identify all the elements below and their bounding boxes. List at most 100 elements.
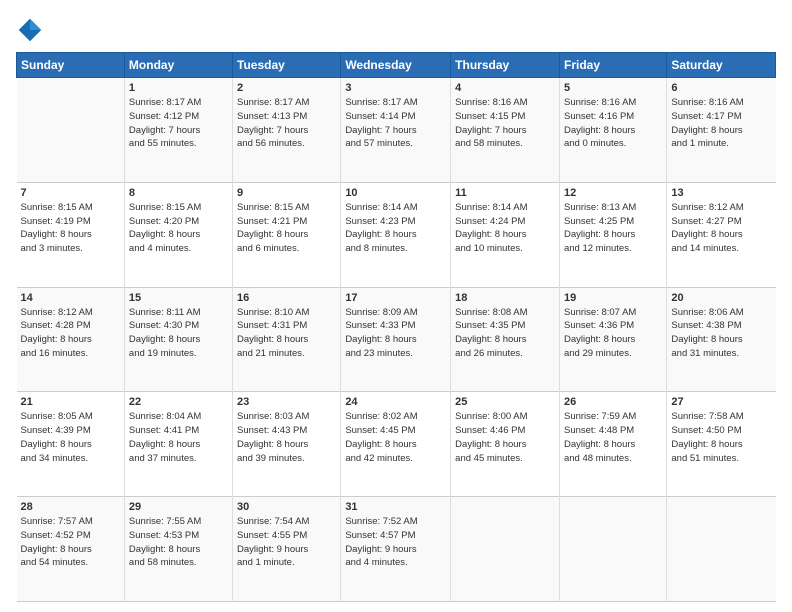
header-cell-wednesday: Wednesday	[341, 53, 451, 78]
day-cell: 5 Sunrise: 8:16 AM Sunset: 4:16 PM Daylig…	[559, 78, 666, 183]
day-info: Sunrise: 8:12 AM Sunset: 4:28 PM Dayligh…	[21, 306, 120, 361]
day-info: Sunrise: 8:12 AM Sunset: 4:27 PM Dayligh…	[671, 201, 771, 256]
day-cell: 2 Sunrise: 8:17 AM Sunset: 4:13 PM Daylig…	[233, 78, 341, 183]
week-row-2: 7 Sunrise: 8:15 AM Sunset: 4:19 PM Daylig…	[17, 182, 776, 287]
day-number: 29	[129, 501, 228, 513]
day-info: Sunrise: 8:03 AM Sunset: 4:43 PM Dayligh…	[237, 410, 336, 465]
day-info: Sunrise: 7:58 AM Sunset: 4:50 PM Dayligh…	[671, 410, 771, 465]
day-cell: 21 Sunrise: 8:05 AM Sunset: 4:39 PM Dayli…	[17, 392, 125, 497]
day-cell: 17Sunrise: 8:09 AM Sunset: 4:33 PM Dayli…	[341, 287, 451, 392]
logo	[16, 16, 48, 44]
header-cell-thursday: Thursday	[451, 53, 560, 78]
day-cell: 7 Sunrise: 8:15 AM Sunset: 4:19 PM Daylig…	[17, 182, 125, 287]
day-info: Sunrise: 8:05 AM Sunset: 4:39 PM Dayligh…	[21, 410, 120, 465]
day-cell: 9Sunrise: 8:15 AM Sunset: 4:21 PM Daylig…	[233, 182, 341, 287]
day-number: 19	[564, 292, 662, 304]
day-cell: 14 Sunrise: 8:12 AM Sunset: 4:28 PM Dayli…	[17, 287, 125, 392]
day-info: Sunrise: 7:54 AM Sunset: 4:55 PM Dayligh…	[237, 515, 336, 570]
day-cell: 18 Sunrise: 8:08 AM Sunset: 4:35 PM Dayli…	[451, 287, 560, 392]
day-info: Sunrise: 8:15 AM Sunset: 4:20 PM Dayligh…	[129, 201, 228, 256]
day-number: 6	[671, 82, 771, 94]
day-info: Sunrise: 8:17 AM Sunset: 4:13 PM Dayligh…	[237, 96, 336, 151]
day-cell: 10Sunrise: 8:14 AM Sunset: 4:23 PM Dayli…	[341, 182, 451, 287]
day-info: Sunrise: 7:59 AM Sunset: 4:48 PM Dayligh…	[564, 410, 662, 465]
day-number: 15	[129, 292, 228, 304]
day-number: 30	[237, 501, 336, 513]
day-cell: 20 Sunrise: 8:06 AM Sunset: 4:38 PM Dayli…	[667, 287, 776, 392]
day-cell: 16 Sunrise: 8:10 AM Sunset: 4:31 PM Dayli…	[233, 287, 341, 392]
day-cell: 26Sunrise: 7:59 AM Sunset: 4:48 PM Dayli…	[559, 392, 666, 497]
day-number: 3	[345, 82, 446, 94]
day-number: 9	[237, 187, 336, 199]
day-info: Sunrise: 8:07 AM Sunset: 4:36 PM Dayligh…	[564, 306, 662, 361]
day-info: Sunrise: 8:14 AM Sunset: 4:24 PM Dayligh…	[455, 201, 555, 256]
day-cell: 29 Sunrise: 7:55 AM Sunset: 4:53 PM Dayli…	[124, 497, 232, 602]
day-number: 4	[455, 82, 555, 94]
day-cell: 30 Sunrise: 7:54 AM Sunset: 4:55 PM Dayli…	[233, 497, 341, 602]
day-info: Sunrise: 8:11 AM Sunset: 4:30 PM Dayligh…	[129, 306, 228, 361]
day-cell: 19 Sunrise: 8:07 AM Sunset: 4:36 PM Dayli…	[559, 287, 666, 392]
calendar-table: SundayMondayTuesdayWednesdayThursdayFrid…	[16, 52, 776, 602]
day-number: 21	[21, 396, 120, 408]
day-info: Sunrise: 7:55 AM Sunset: 4:53 PM Dayligh…	[129, 515, 228, 570]
header-cell-sunday: Sunday	[17, 53, 125, 78]
day-cell: 28 Sunrise: 7:57 AM Sunset: 4:52 PM Dayli…	[17, 497, 125, 602]
day-info: Sunrise: 8:16 AM Sunset: 4:17 PM Dayligh…	[671, 96, 771, 151]
day-info: Sunrise: 8:17 AM Sunset: 4:12 PM Dayligh…	[129, 96, 228, 151]
day-number: 13	[671, 187, 771, 199]
day-number: 28	[21, 501, 120, 513]
day-cell: 1Sunrise: 8:17 AM Sunset: 4:12 PM Daylig…	[124, 78, 232, 183]
day-info: Sunrise: 8:08 AM Sunset: 4:35 PM Dayligh…	[455, 306, 555, 361]
day-number: 24	[345, 396, 446, 408]
day-info: Sunrise: 8:04 AM Sunset: 4:41 PM Dayligh…	[129, 410, 228, 465]
day-number: 14	[21, 292, 120, 304]
day-number: 27	[671, 396, 771, 408]
day-number: 10	[345, 187, 446, 199]
day-info: Sunrise: 8:10 AM Sunset: 4:31 PM Dayligh…	[237, 306, 336, 361]
day-cell: 24Sunrise: 8:02 AM Sunset: 4:45 PM Dayli…	[341, 392, 451, 497]
day-cell	[17, 78, 125, 183]
day-cell: 31Sunrise: 7:52 AM Sunset: 4:57 PM Dayli…	[341, 497, 451, 602]
week-row-4: 21 Sunrise: 8:05 AM Sunset: 4:39 PM Dayli…	[17, 392, 776, 497]
day-info: Sunrise: 8:00 AM Sunset: 4:46 PM Dayligh…	[455, 410, 555, 465]
week-row-3: 14 Sunrise: 8:12 AM Sunset: 4:28 PM Dayli…	[17, 287, 776, 392]
day-number: 16	[237, 292, 336, 304]
day-number: 11	[455, 187, 555, 199]
day-number: 12	[564, 187, 662, 199]
day-cell	[559, 497, 666, 602]
header-row: SundayMondayTuesdayWednesdayThursdayFrid…	[17, 53, 776, 78]
day-cell: 11 Sunrise: 8:14 AM Sunset: 4:24 PM Dayli…	[451, 182, 560, 287]
day-cell: 15 Sunrise: 8:11 AM Sunset: 4:30 PM Dayli…	[124, 287, 232, 392]
day-info: Sunrise: 8:16 AM Sunset: 4:16 PM Dayligh…	[564, 96, 662, 151]
day-info: Sunrise: 8:16 AM Sunset: 4:15 PM Dayligh…	[455, 96, 555, 151]
day-number: 5	[564, 82, 662, 94]
day-cell: 4 Sunrise: 8:16 AM Sunset: 4:15 PM Daylig…	[451, 78, 560, 183]
week-row-5: 28 Sunrise: 7:57 AM Sunset: 4:52 PM Dayli…	[17, 497, 776, 602]
day-info: Sunrise: 8:06 AM Sunset: 4:38 PM Dayligh…	[671, 306, 771, 361]
header-cell-tuesday: Tuesday	[233, 53, 341, 78]
day-info: Sunrise: 8:17 AM Sunset: 4:14 PM Dayligh…	[345, 96, 446, 151]
day-cell: 27 Sunrise: 7:58 AM Sunset: 4:50 PM Dayli…	[667, 392, 776, 497]
day-number: 7	[21, 187, 120, 199]
day-info: Sunrise: 7:57 AM Sunset: 4:52 PM Dayligh…	[21, 515, 120, 570]
day-info: Sunrise: 8:15 AM Sunset: 4:19 PM Dayligh…	[21, 201, 120, 256]
day-number: 22	[129, 396, 228, 408]
day-info: Sunrise: 8:13 AM Sunset: 4:25 PM Dayligh…	[564, 201, 662, 256]
day-number: 8	[129, 187, 228, 199]
day-number: 2	[237, 82, 336, 94]
day-cell: 12 Sunrise: 8:13 AM Sunset: 4:25 PM Dayli…	[559, 182, 666, 287]
day-number: 17	[345, 292, 446, 304]
day-number: 20	[671, 292, 771, 304]
header-cell-saturday: Saturday	[667, 53, 776, 78]
day-cell	[451, 497, 560, 602]
page-header	[16, 16, 776, 44]
day-number: 18	[455, 292, 555, 304]
day-cell: 22 Sunrise: 8:04 AM Sunset: 4:41 PM Dayli…	[124, 392, 232, 497]
day-cell: 23Sunrise: 8:03 AM Sunset: 4:43 PM Dayli…	[233, 392, 341, 497]
day-cell: 6 Sunrise: 8:16 AM Sunset: 4:17 PM Daylig…	[667, 78, 776, 183]
day-cell: 13 Sunrise: 8:12 AM Sunset: 4:27 PM Dayli…	[667, 182, 776, 287]
day-info: Sunrise: 7:52 AM Sunset: 4:57 PM Dayligh…	[345, 515, 446, 570]
day-cell: 8 Sunrise: 8:15 AM Sunset: 4:20 PM Daylig…	[124, 182, 232, 287]
day-cell: 25Sunrise: 8:00 AM Sunset: 4:46 PM Dayli…	[451, 392, 560, 497]
header-cell-friday: Friday	[559, 53, 666, 78]
